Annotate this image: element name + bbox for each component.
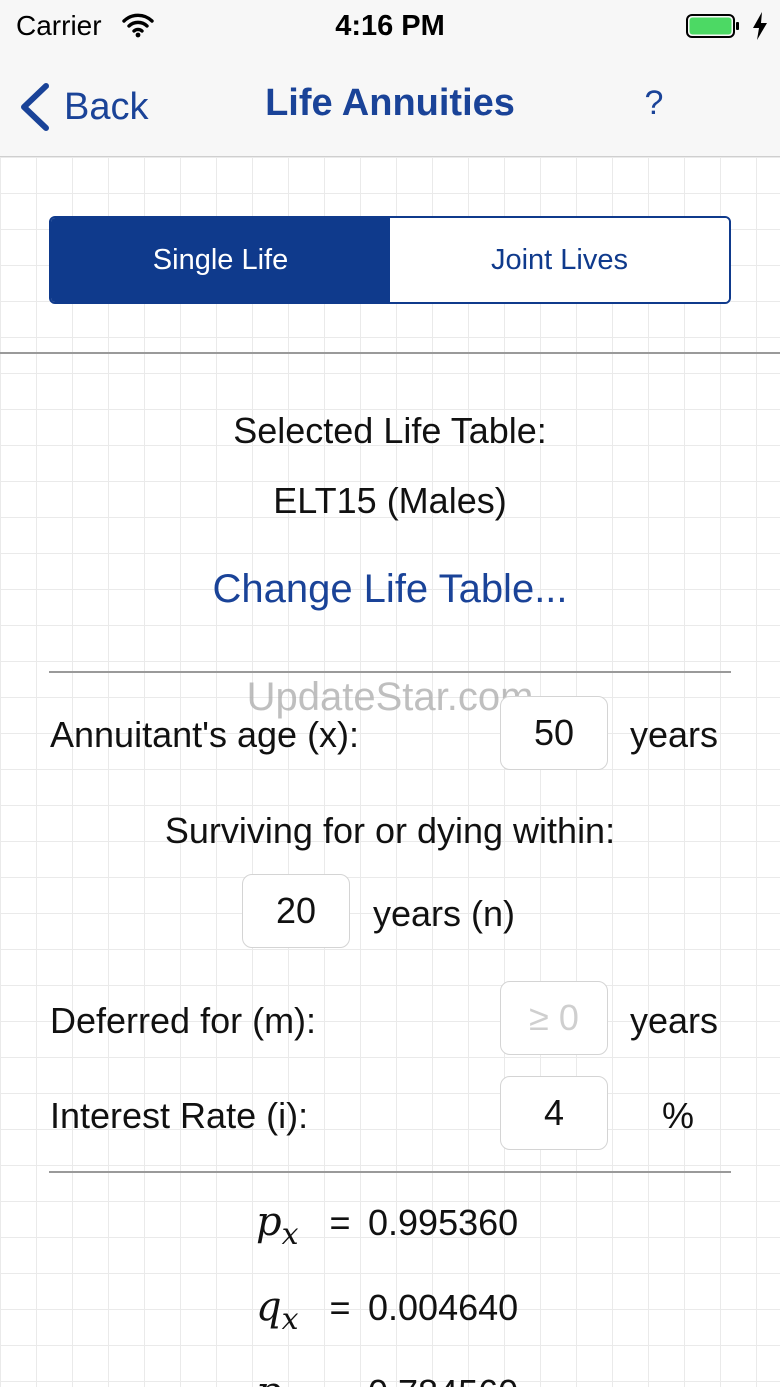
term-unit: years (n) [373, 893, 516, 934]
deferred-label: Deferred for (m): [50, 1000, 317, 1041]
result-value: 0.004640 [368, 1287, 519, 1328]
result-symbol: qx [256, 1284, 299, 1337]
back-button-label: Back [64, 85, 149, 128]
divider [0, 352, 780, 354]
result-npx: px = 0.784560 [256, 1369, 518, 1387]
life-table-heading: Selected Life Table: [233, 410, 547, 451]
deferred-unit: years [630, 1000, 719, 1041]
navigation-bar: Back Life Annuities ? [0, 56, 780, 157]
term-input[interactable] [242, 874, 350, 948]
deferred-input[interactable] [500, 981, 608, 1055]
interest-unit: % [662, 1095, 695, 1136]
age-label: Annuitant's age (x): [50, 714, 360, 755]
status-bar: Carrier 4:16 PM [0, 0, 780, 56]
age-input[interactable] [500, 696, 608, 770]
result-symbol: px [256, 1199, 299, 1252]
interest-label: Interest Rate (i): [50, 1095, 309, 1136]
clock: 4:16 PM [335, 10, 445, 42]
charging-bolt-icon [753, 12, 767, 40]
result-value: 0.784560 [368, 1372, 518, 1387]
segment-joint-lives[interactable]: Joint Lives [390, 218, 729, 302]
divider [49, 1171, 731, 1173]
term-label: Surviving for or dying within: [164, 810, 616, 851]
equals-sign: = [329, 1202, 351, 1243]
result-qx: qx = 0.004640 [256, 1284, 518, 1337]
equals-sign: = [329, 1287, 351, 1328]
equals-sign: = [312, 1372, 368, 1387]
battery-icon [686, 14, 739, 38]
result-symbol: px [256, 1369, 312, 1387]
page-title: Life Annuities [265, 82, 515, 124]
result-px: px = 0.995360 [256, 1199, 518, 1252]
content-area: Single Life Joint Lives Selected Life Ta… [0, 157, 780, 1387]
change-life-table-link[interactable]: Change Life Table... [0, 567, 780, 612]
back-button[interactable]: Back [18, 80, 148, 134]
life-table-value: ELT15 (Males) [273, 480, 507, 521]
interest-input[interactable] [500, 1076, 608, 1150]
mode-segmented-control: Single Life Joint Lives [49, 216, 731, 304]
chevron-left-icon [21, 83, 49, 131]
result-value: 0.995360 [368, 1202, 519, 1243]
segment-single-life[interactable]: Single Life [51, 218, 390, 302]
divider [49, 671, 731, 673]
age-unit: years [630, 714, 719, 755]
help-button[interactable]: ? [638, 84, 670, 123]
